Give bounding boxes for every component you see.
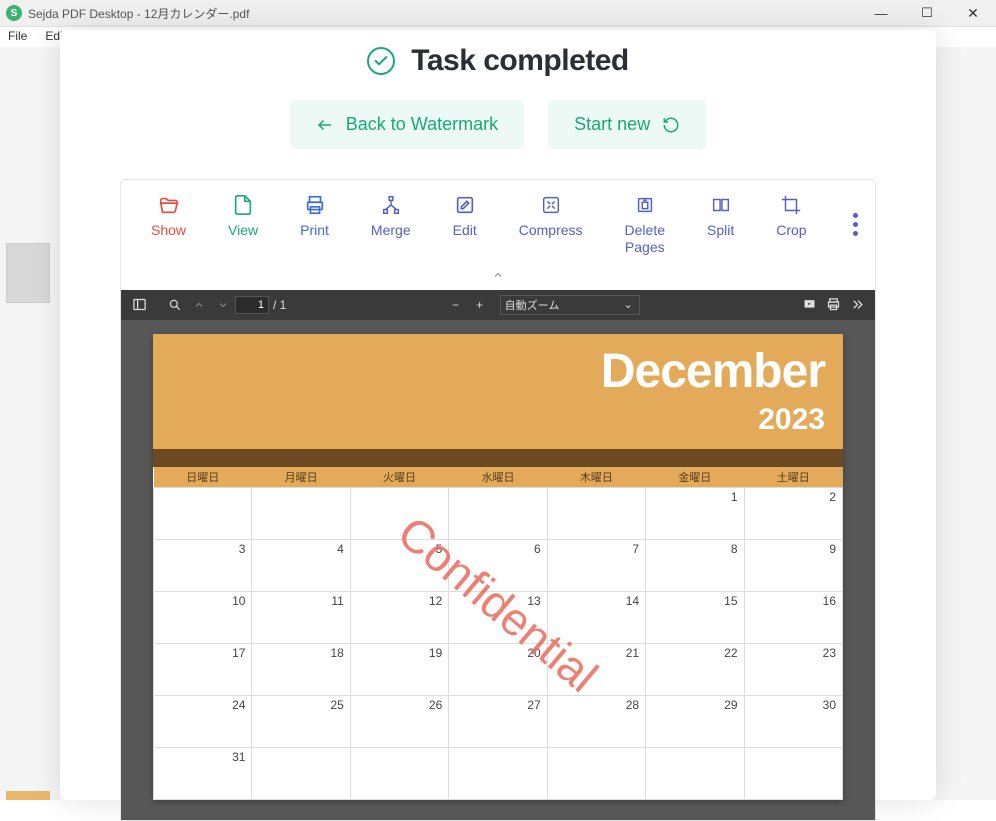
sidebar-thumb-2 <box>6 791 50 800</box>
pdf-page: December 2023 日曜日 月曜日 火曜日 水曜日 木曜日 金曜日 土曜… <box>153 334 843 800</box>
start-label: Start new <box>574 114 650 135</box>
pdf-viewer-toolbar: / 1 − + 自動ズーム ⌄ <box>121 290 875 320</box>
chevron-up-icon <box>489 269 507 281</box>
day-header: 土曜日 <box>744 467 842 488</box>
view-label: View <box>228 222 258 238</box>
more-actions-button[interactable] <box>849 209 862 240</box>
pdf-page-area[interactable]: December 2023 日曜日 月曜日 火曜日 水曜日 木曜日 金曜日 土曜… <box>121 320 875 820</box>
prev-page-button[interactable] <box>187 293 211 317</box>
titlebar: S Sejda PDF Desktop - 12月カレンダー.pdf — ☐ ✕ <box>0 0 996 27</box>
back-label: Back to Watermark <box>346 114 498 135</box>
calendar-month: December <box>153 344 825 399</box>
print-pdf-button[interactable] <box>821 293 845 317</box>
trash-icon <box>634 194 656 216</box>
sidebar-thumb <box>6 243 50 303</box>
merge-button[interactable]: Merge <box>371 194 411 238</box>
collapse-toolbar-button[interactable] <box>121 264 875 290</box>
compress-icon <box>540 194 562 216</box>
current-page-input[interactable] <box>235 296 269 314</box>
crop-button[interactable]: Crop <box>776 194 806 238</box>
show-button[interactable]: Show <box>151 194 186 238</box>
document-icon <box>232 194 254 216</box>
delete-pages-label: DeletePages <box>625 222 665 256</box>
folder-open-icon <box>158 194 180 216</box>
more-pdf-button[interactable] <box>845 293 869 317</box>
compress-label: Compress <box>519 222 583 238</box>
presentation-button[interactable] <box>797 293 821 317</box>
delete-pages-button[interactable]: DeletePages <box>625 194 665 256</box>
day-header: 火曜日 <box>350 467 448 488</box>
edit-label: Edit <box>453 222 477 238</box>
chevron-down-icon: ⌄ <box>623 298 632 311</box>
task-heading: Task completed <box>411 44 629 78</box>
print-label: Print <box>300 222 329 238</box>
sidebar-toggle-button[interactable] <box>127 293 151 317</box>
total-pages: / 1 <box>273 298 286 312</box>
crop-icon <box>780 194 802 216</box>
day-header: 日曜日 <box>154 467 252 488</box>
calendar-year: 2023 <box>153 403 825 437</box>
zoom-label: 自動ズーム <box>505 297 560 313</box>
minimize-button[interactable]: — <box>858 0 904 27</box>
merge-icon <box>380 194 402 216</box>
merge-label: Merge <box>371 222 411 238</box>
zoom-select[interactable]: 自動ズーム ⌄ <box>500 295 640 315</box>
pencil-icon <box>454 194 476 216</box>
day-header: 金曜日 <box>646 467 744 488</box>
window-title: Sejda PDF Desktop - 12月カレンダー.pdf <box>28 5 858 22</box>
compress-button[interactable]: Compress <box>519 194 583 238</box>
split-icon <box>710 194 732 216</box>
show-label: Show <box>151 222 186 238</box>
day-header: 木曜日 <box>547 467 645 488</box>
printer-icon <box>304 194 326 216</box>
back-to-watermark-button[interactable]: Back to Watermark <box>290 100 524 149</box>
refresh-icon <box>662 116 680 134</box>
action-toolbar: Show View Print Merge Edit Compress <box>121 180 875 264</box>
task-modal: Task completed Back to Watermark Start n… <box>60 30 936 800</box>
next-page-button[interactable] <box>211 293 235 317</box>
preview-panel: Show View Print Merge Edit Compress <box>120 179 876 821</box>
search-button[interactable] <box>163 293 187 317</box>
success-check-icon <box>367 47 395 75</box>
app-icon: S <box>6 5 22 21</box>
calendar-stripe <box>153 449 843 467</box>
maximize-button[interactable]: ☐ <box>904 0 950 27</box>
day-header: 水曜日 <box>449 467 547 488</box>
print-button[interactable]: Print <box>300 194 329 238</box>
arrow-left-icon <box>316 116 334 134</box>
zoom-in-button[interactable]: + <box>468 293 492 317</box>
start-new-button[interactable]: Start new <box>548 100 706 149</box>
day-header: 月曜日 <box>252 467 350 488</box>
window-close-button[interactable]: ✕ <box>950 0 996 27</box>
menu-file[interactable]: File <box>4 27 31 47</box>
split-label: Split <box>707 222 734 238</box>
zoom-out-button[interactable]: − <box>444 293 468 317</box>
split-button[interactable]: Split <box>707 194 734 238</box>
view-button[interactable]: View <box>228 194 258 238</box>
edit-button[interactable]: Edit <box>453 194 477 238</box>
calendar-table: 日曜日 月曜日 火曜日 水曜日 木曜日 金曜日 土曜日 12 3456789 1… <box>153 467 843 800</box>
crop-label: Crop <box>776 222 806 238</box>
